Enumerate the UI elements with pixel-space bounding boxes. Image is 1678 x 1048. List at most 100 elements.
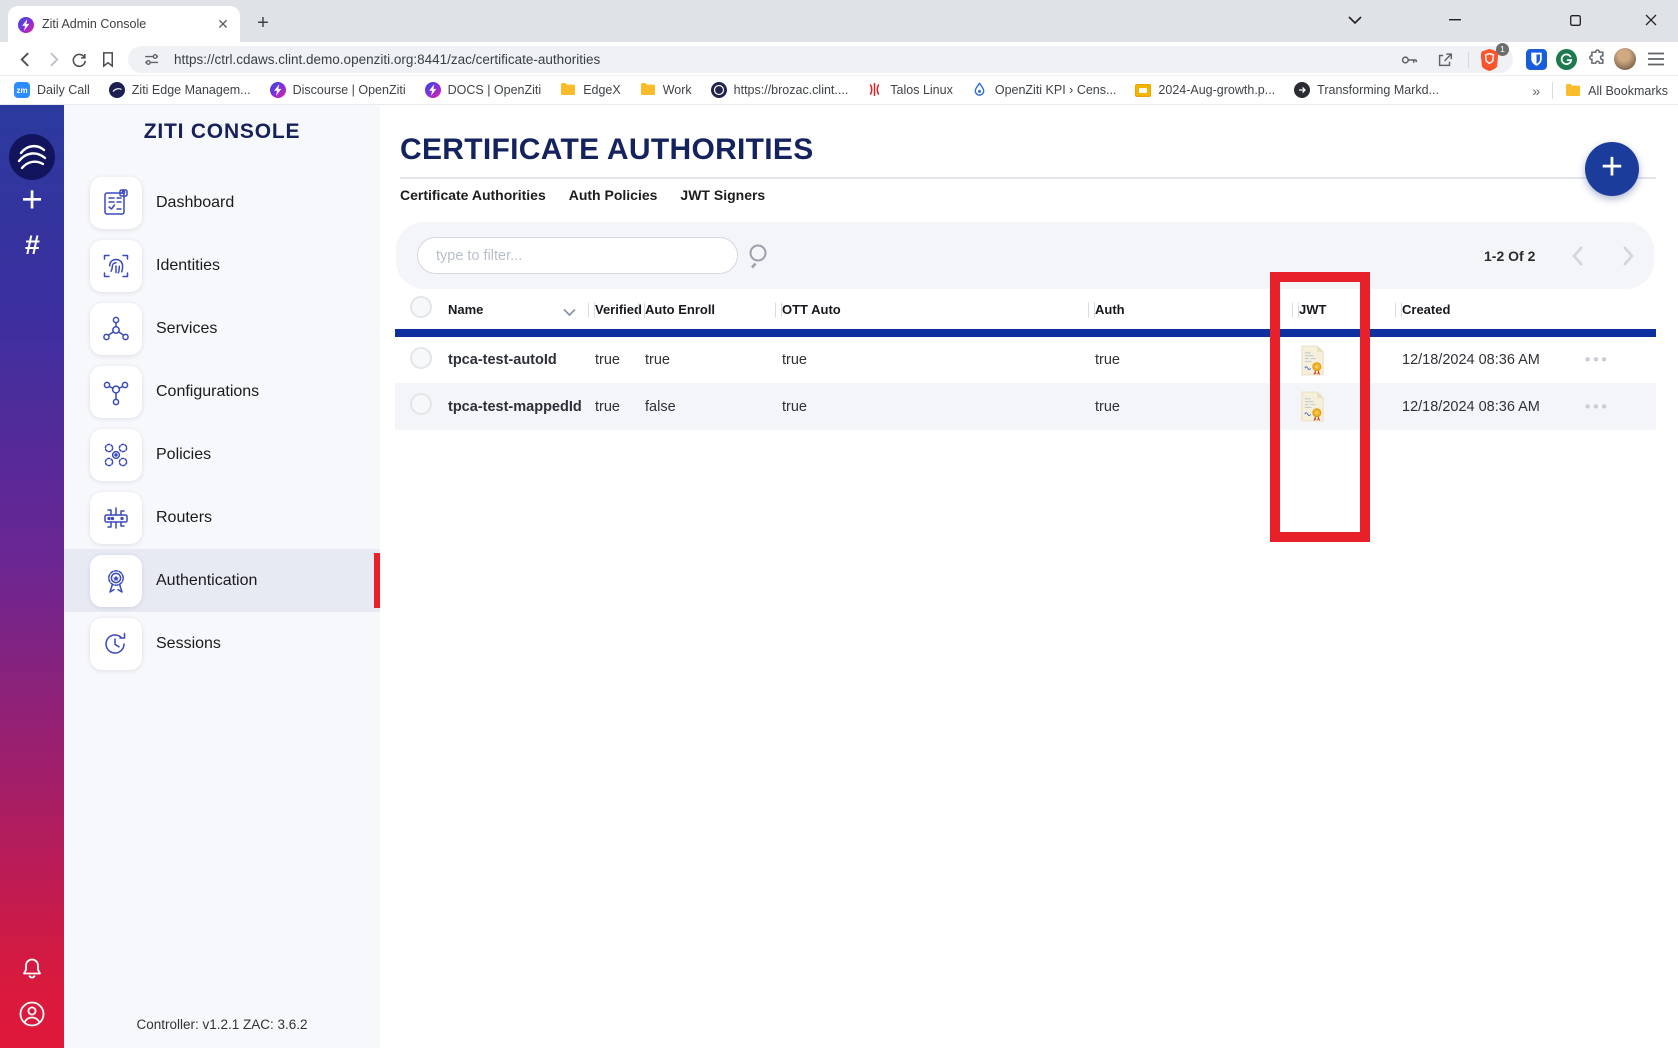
bookmark-growth-slides[interactable]: 2024-Aug-growth.p... <box>1135 83 1275 97</box>
next-page-chevron-icon[interactable] <box>1621 245 1635 267</box>
ca-name[interactable]: tpca-test-mappedId <box>448 399 588 415</box>
table-row[interactable]: tpca-test-autoId true true true true 12/… <box>395 337 1656 383</box>
brave-shield-icon[interactable]: 1 <box>1479 48 1503 72</box>
version-footer: Controller: v1.2.1 ZAC: 3.6.2 <box>64 1017 380 1032</box>
header-underline <box>395 329 1656 337</box>
filter-input[interactable] <box>417 237 738 274</box>
sidebar-item-sessions[interactable]: Sessions <box>64 612 380 675</box>
notifications-bell-icon[interactable] <box>19 956 45 982</box>
column-header-created[interactable]: Created <box>1395 302 1656 317</box>
row-actions-icon[interactable]: ••• <box>1585 352 1610 369</box>
tab-certificate-authorities[interactable]: Certificate Authorities <box>400 187 546 203</box>
auto-enroll-value: false <box>638 399 775 415</box>
ziti-logo-icon[interactable] <box>9 134 55 180</box>
pagination-count: 1-2 Of 2 <box>1484 248 1535 264</box>
bookmark-ziti-edge[interactable]: Ziti Edge Managem... <box>109 82 251 98</box>
row-checkbox[interactable] <box>410 393 432 415</box>
globe-icon <box>109 82 125 98</box>
browser-tab[interactable]: Ziti Admin Console ✕ <box>8 6 240 42</box>
column-header-ott-auto[interactable]: OTT Auto <box>775 302 1088 317</box>
tab-strip: Ziti Admin Console ✕ + <box>0 0 1678 42</box>
bookmark-label: OpenZiti KPI › Cens... <box>995 83 1117 97</box>
profile-avatar[interactable] <box>1613 47 1637 71</box>
bookmark-label: Daily Call <box>37 83 90 97</box>
column-header-auth[interactable]: Auth <box>1088 302 1292 317</box>
url-text[interactable]: https://ctrl.cdaws.clint.demo.openziti.o… <box>174 52 1396 67</box>
column-header-jwt[interactable]: JWT <box>1292 302 1395 317</box>
share-icon[interactable] <box>1432 47 1458 73</box>
tab-title: Ziti Admin Console <box>42 17 214 31</box>
tab-auth-policies[interactable]: Auth Policies <box>569 187 658 203</box>
sort-chevron-icon[interactable] <box>563 305 576 314</box>
bookmark-edgex-folder[interactable]: EdgeX <box>560 82 621 98</box>
sidebar-item-policies[interactable]: Policies <box>64 423 380 486</box>
all-bookmarks-button[interactable]: All Bookmarks <box>1565 83 1668 99</box>
bookmark-daily-call[interactable]: zm Daily Call <box>14 82 90 98</box>
bookmark-work-folder[interactable]: Work <box>640 82 692 98</box>
sidebar-item-configurations[interactable]: Configurations <box>64 360 380 423</box>
auth-value: true <box>1088 399 1292 415</box>
column-header-auto-enroll[interactable]: Auto Enroll <box>638 302 775 317</box>
back-button[interactable] <box>12 46 38 72</box>
bookmark-brozac[interactable]: https://brozac.clint.... <box>711 82 849 98</box>
table-row[interactable]: tpca-test-mappedId true false true true … <box>395 383 1656 430</box>
bookmark-docs-openziti[interactable]: DOCS | OpenZiti <box>425 82 542 98</box>
globe-icon <box>1294 82 1310 98</box>
subtabs: Certificate Authorities Auth Policies JW… <box>400 187 765 203</box>
talos-icon <box>867 82 883 98</box>
folder-icon <box>1565 83 1581 99</box>
extensions-puzzle-icon[interactable] <box>1584 47 1608 71</box>
openziti-icon <box>270 82 286 98</box>
site-settings-tune-icon[interactable] <box>138 47 164 73</box>
jwt-certificate-icon[interactable] <box>1292 345 1395 376</box>
router-circuit-icon <box>90 492 142 544</box>
grammarly-extension-icon[interactable] <box>1554 47 1578 71</box>
row-actions-icon[interactable]: ••• <box>1585 398 1610 415</box>
bookmark-transforming-markdown[interactable]: Transforming Markd... <box>1294 82 1439 98</box>
bitwarden-extension-icon[interactable] <box>1524 47 1548 71</box>
window-maximize-button[interactable] <box>1552 0 1598 40</box>
tab-search-chevron-icon[interactable] <box>1332 0 1378 40</box>
column-header-name[interactable]: Name <box>448 302 588 317</box>
tab-jwt-signers[interactable]: JWT Signers <box>680 187 765 203</box>
window-minimize-button[interactable] <box>1432 0 1478 40</box>
bookmarks-overflow-chevron[interactable]: » <box>1532 83 1540 99</box>
zoom-icon: zm <box>14 82 30 98</box>
browser-menu-icon[interactable] <box>1644 47 1668 71</box>
add-certificate-authority-button[interactable]: + <box>1585 142 1639 196</box>
bookmark-discourse-openziti[interactable]: Discourse | OpenZiti <box>270 82 406 98</box>
sidebar-item-dashboard[interactable]: Dashboard <box>64 171 380 234</box>
select-all-checkbox[interactable] <box>410 296 432 318</box>
row-checkbox[interactable] <box>410 347 432 369</box>
rail-add-button[interactable]: + <box>0 180 64 220</box>
sidebar-item-authentication[interactable]: Authentication <box>64 549 380 612</box>
forward-button[interactable] <box>40 46 66 72</box>
rail-hash-button[interactable]: # <box>0 230 64 261</box>
folder-icon <box>640 82 656 98</box>
password-key-icon[interactable] <box>1396 47 1422 73</box>
reload-button[interactable] <box>66 46 92 72</box>
jwt-certificate-icon[interactable] <box>1292 391 1395 422</box>
bookmark-openziti-kpi[interactable]: OpenZiti KPI › Cens... <box>972 82 1117 98</box>
all-bookmarks-label: All Bookmarks <box>1588 84 1668 98</box>
sidebar-item-identities[interactable]: Identities <box>64 234 380 297</box>
sidebar-item-routers[interactable]: Routers <box>64 486 380 549</box>
sidebar-item-services[interactable]: Services <box>64 297 380 360</box>
sidebar-item-label: Dashboard <box>156 194 234 212</box>
bookmark-label: Work <box>663 83 692 97</box>
pagination: 1-2 Of 2 <box>1484 222 1635 289</box>
tab-close-icon[interactable]: ✕ <box>214 15 232 33</box>
search-icon[interactable] <box>746 242 773 269</box>
gears-icon <box>90 429 142 481</box>
page-title: CERTIFICATE AUTHORITIES <box>400 133 814 167</box>
bookmark-page-icon[interactable] <box>95 46 121 72</box>
ca-name[interactable]: tpca-test-autoId <box>448 352 588 368</box>
window-close-button[interactable] <box>1628 0 1674 40</box>
previous-page-chevron-icon[interactable] <box>1571 245 1585 267</box>
new-tab-button[interactable]: + <box>250 11 276 37</box>
user-account-icon[interactable] <box>18 1000 46 1028</box>
url-bar[interactable]: https://ctrl.cdaws.clint.demo.openziti.o… <box>128 46 1513 73</box>
bookmark-talos-linux[interactable]: Talos Linux <box>867 82 953 98</box>
bookmarks-bar: zm Daily Call Ziti Edge Managem... Discou… <box>0 76 1678 105</box>
column-header-verified[interactable]: Verified <box>588 302 638 317</box>
